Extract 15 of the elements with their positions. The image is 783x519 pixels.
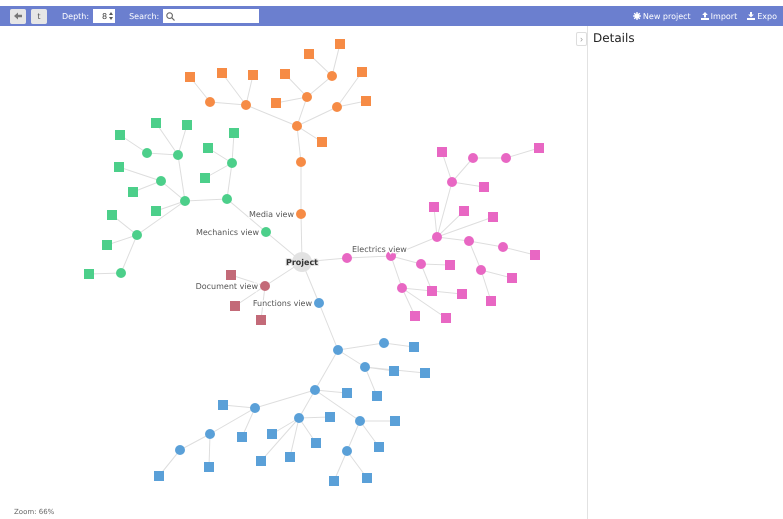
node-label: Electrics view bbox=[352, 245, 407, 254]
root-label: Project bbox=[286, 258, 318, 267]
node-label: Mechanics view bbox=[196, 228, 259, 237]
export-link[interactable]: Expo bbox=[747, 12, 777, 20]
depth-field[interactable]: 8 bbox=[93, 9, 116, 23]
collapse-button[interactable]: › bbox=[576, 32, 587, 46]
node-label: Functions view bbox=[252, 299, 312, 308]
search-label: Search: bbox=[129, 12, 160, 20]
node-label: Document view bbox=[196, 282, 258, 291]
new-project-link[interactable]: New project bbox=[632, 12, 691, 20]
import-link[interactable]: Import bbox=[700, 12, 738, 20]
text-button[interactable]: t bbox=[31, 8, 47, 24]
node-label: Media view bbox=[249, 210, 294, 219]
depth-label: Depth: bbox=[62, 12, 90, 20]
details-title: Details bbox=[593, 31, 636, 45]
